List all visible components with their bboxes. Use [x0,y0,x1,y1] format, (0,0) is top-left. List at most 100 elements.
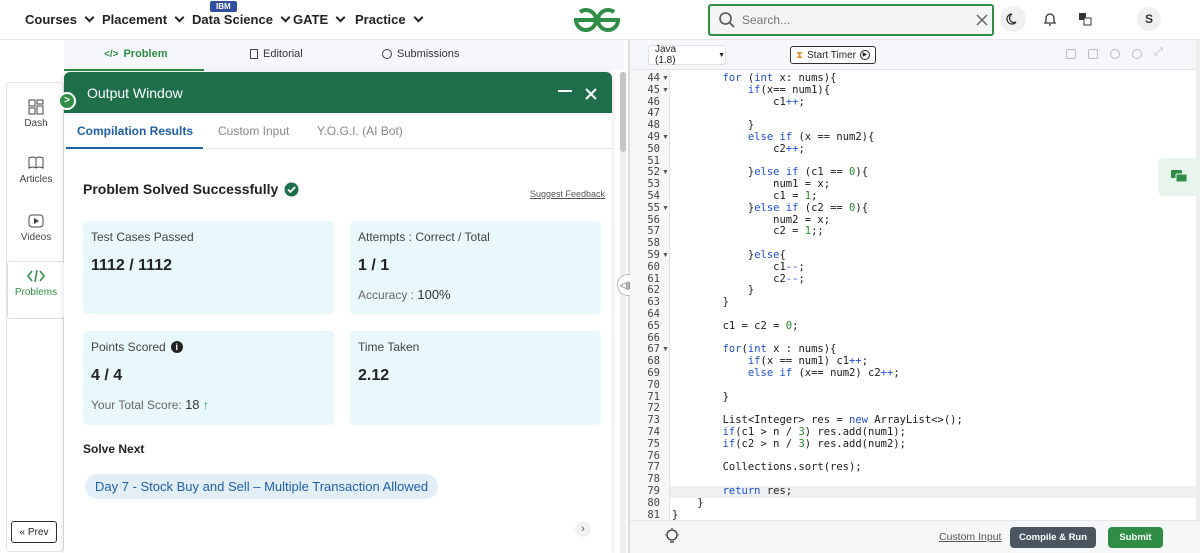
fold-arrow-icon[interactable]: ▼ [662,250,669,262]
close-icon[interactable] [585,88,597,100]
start-timer-button[interactable]: ⧗ Start Timer ▶ [790,46,876,64]
copy-icon[interactable] [1066,49,1076,59]
test-cases-card: Test Cases Passed 1112 / 1112 [83,221,334,314]
submit-button[interactable]: Submit [1108,527,1163,548]
rail-item-problems[interactable]: Problems [7,261,65,319]
time-card: Time Taken 2.12 [350,331,601,425]
chevron-right-icon[interactable]: › [575,521,591,537]
code-line[interactable]: else if (x== num2) c2++; [672,367,900,380]
test-cases-value: 1112 / 1112 [91,257,172,274]
problem-tabs: </> Problem Editorial Submissions [64,40,624,70]
moon-icon [1006,13,1017,25]
search-input[interactable] [742,13,942,27]
settings-icon[interactable] [1110,49,1120,59]
solve-next-item[interactable]: Day 7 - Stock Buy and Sell – Multiple Tr… [85,474,439,499]
code-line[interactable]: Collections.sort(res); [672,462,862,474]
nav-data-science-label: Data Science [192,12,273,27]
chat-button[interactable] [1158,158,1200,196]
info-icon[interactable]: i [170,341,183,353]
active-tab-underline [66,147,203,149]
editor-footer: Custom Input Compile & Run Submit [630,520,1200,553]
chevron-down-icon [174,12,185,23]
nav-gate[interactable]: GATE [293,12,346,27]
language-select[interactable]: Java (1.8) ▼ [648,44,726,66]
tab-compilation-results[interactable]: Compilation Results [77,124,193,138]
search-box[interactable] [708,4,994,36]
code-line[interactable]: } [672,391,729,404]
line-number: 60 [647,260,660,273]
code-line[interactable]: if(c2 > n / 3) res.add(num2); [672,438,906,451]
code-line[interactable]: } [672,497,703,510]
code-line[interactable]: }else if (c2 == 0){ [672,202,868,215]
nav-courses[interactable]: Courses [25,12,95,27]
language-select-value: Java (1.8) [655,44,677,66]
code-icon: </> [104,48,119,60]
line-number: 45 [647,83,660,96]
expand-icon[interactable]: > [58,92,76,110]
output-scrollbar-thumb[interactable] [620,72,626,152]
fold-arrow-icon[interactable]: ▼ [662,85,669,97]
gfg-logo[interactable] [572,6,622,34]
videos-icon [28,214,44,228]
nav-data-science[interactable]: Data Science [192,12,291,27]
chat-icon [1171,170,1188,183]
code-line[interactable]: c2 = 1;; [672,225,824,238]
rail-item-articles[interactable]: Articles [7,149,65,205]
nav-courses-label: Courses [25,12,78,27]
time-value: 2.12 [358,367,390,384]
tab-custom-input[interactable]: Custom Input [218,124,289,138]
language-button[interactable] [1072,6,1098,32]
attempts-label: Attempts : Correct / Total [358,230,490,244]
time-label: Time Taken [358,340,420,354]
code-line[interactable]: c1++; [672,96,805,109]
minimize-icon[interactable] [558,90,572,92]
rail-item-dash[interactable]: Dash [7,93,65,149]
fold-arrow-icon[interactable]: ▼ [662,132,669,144]
fullscreen-icon[interactable]: ⤢ [1154,46,1163,59]
arrow-up-icon: ↑ [202,398,209,412]
fold-arrow-icon[interactable]: ▼ [662,167,669,179]
tab-yogi-ai-bot[interactable]: Y.O.G.I. (AI Bot) [317,124,403,138]
start-timer-label: Start Timer [807,49,856,61]
reset-icon[interactable] [1132,49,1142,59]
points-card: Points Scored i 4 / 4 Your Total Score: 1… [83,331,334,425]
line-number: 70 [647,378,660,391]
line-gutter: 44 ▼ 45 ▼ 46 47 48 49 ▼ 50 51 52 ▼ 53 54 55 ▼ 56 57 58 59 ▼ 60… [630,70,670,520]
editor-scrollbar[interactable] [1196,40,1200,553]
suggest-feedback-link[interactable]: Suggest Feedback [530,189,605,199]
avatar[interactable]: S [1137,7,1161,31]
lightbulb-icon[interactable] [664,528,680,546]
file-icon[interactable] [1088,49,1098,59]
tab-editorial[interactable]: Editorial [250,48,303,60]
articles-icon [28,156,44,169]
tab-submissions[interactable]: Submissions [382,48,459,60]
notifications-button[interactable] [1037,6,1063,32]
compile-run-button[interactable]: Compile & Run [1010,527,1096,548]
search-icon [719,12,735,28]
attempts-value: 1 / 1 [358,257,390,274]
tab-problem-label: Problem [123,48,168,60]
code-line[interactable]: } [672,296,729,309]
custom-input-link[interactable]: Custom Input [939,531,1001,543]
fold-arrow-icon[interactable]: ▼ [662,203,669,215]
total-score-row: Your Total Score: 18 ↑ [91,397,209,412]
chevron-down-icon [335,12,346,23]
code-line[interactable]: if(x== num1){ [672,84,830,97]
tab-problem[interactable]: </> Problem [104,48,167,60]
code-line[interactable]: c1 = c2 = 0; [672,320,799,333]
nav-placement[interactable]: Placement [102,12,185,27]
tab-editorial-label: Editorial [263,48,303,60]
rail-item-videos[interactable]: Videos [7,207,65,263]
nav-practice[interactable]: Practice [355,12,424,27]
output-window-title: Output Window [87,85,183,101]
code-line[interactable]: c2++; [672,143,805,156]
line-number: 50 [647,142,660,155]
fold-arrow-icon[interactable]: ▼ [662,344,669,356]
fold-arrow-icon[interactable]: ▼ [662,73,669,85]
total-score-value: 18 [185,397,200,412]
clear-icon[interactable] [976,14,988,26]
editor-toolbar: Java (1.8) ▼ ⧗ Start Timer ▶ ⤢ [630,40,1200,70]
theme-toggle-button[interactable] [1000,6,1026,32]
nav-placement-label: Placement [102,12,168,27]
prev-button[interactable]: « Prev [11,521,57,543]
